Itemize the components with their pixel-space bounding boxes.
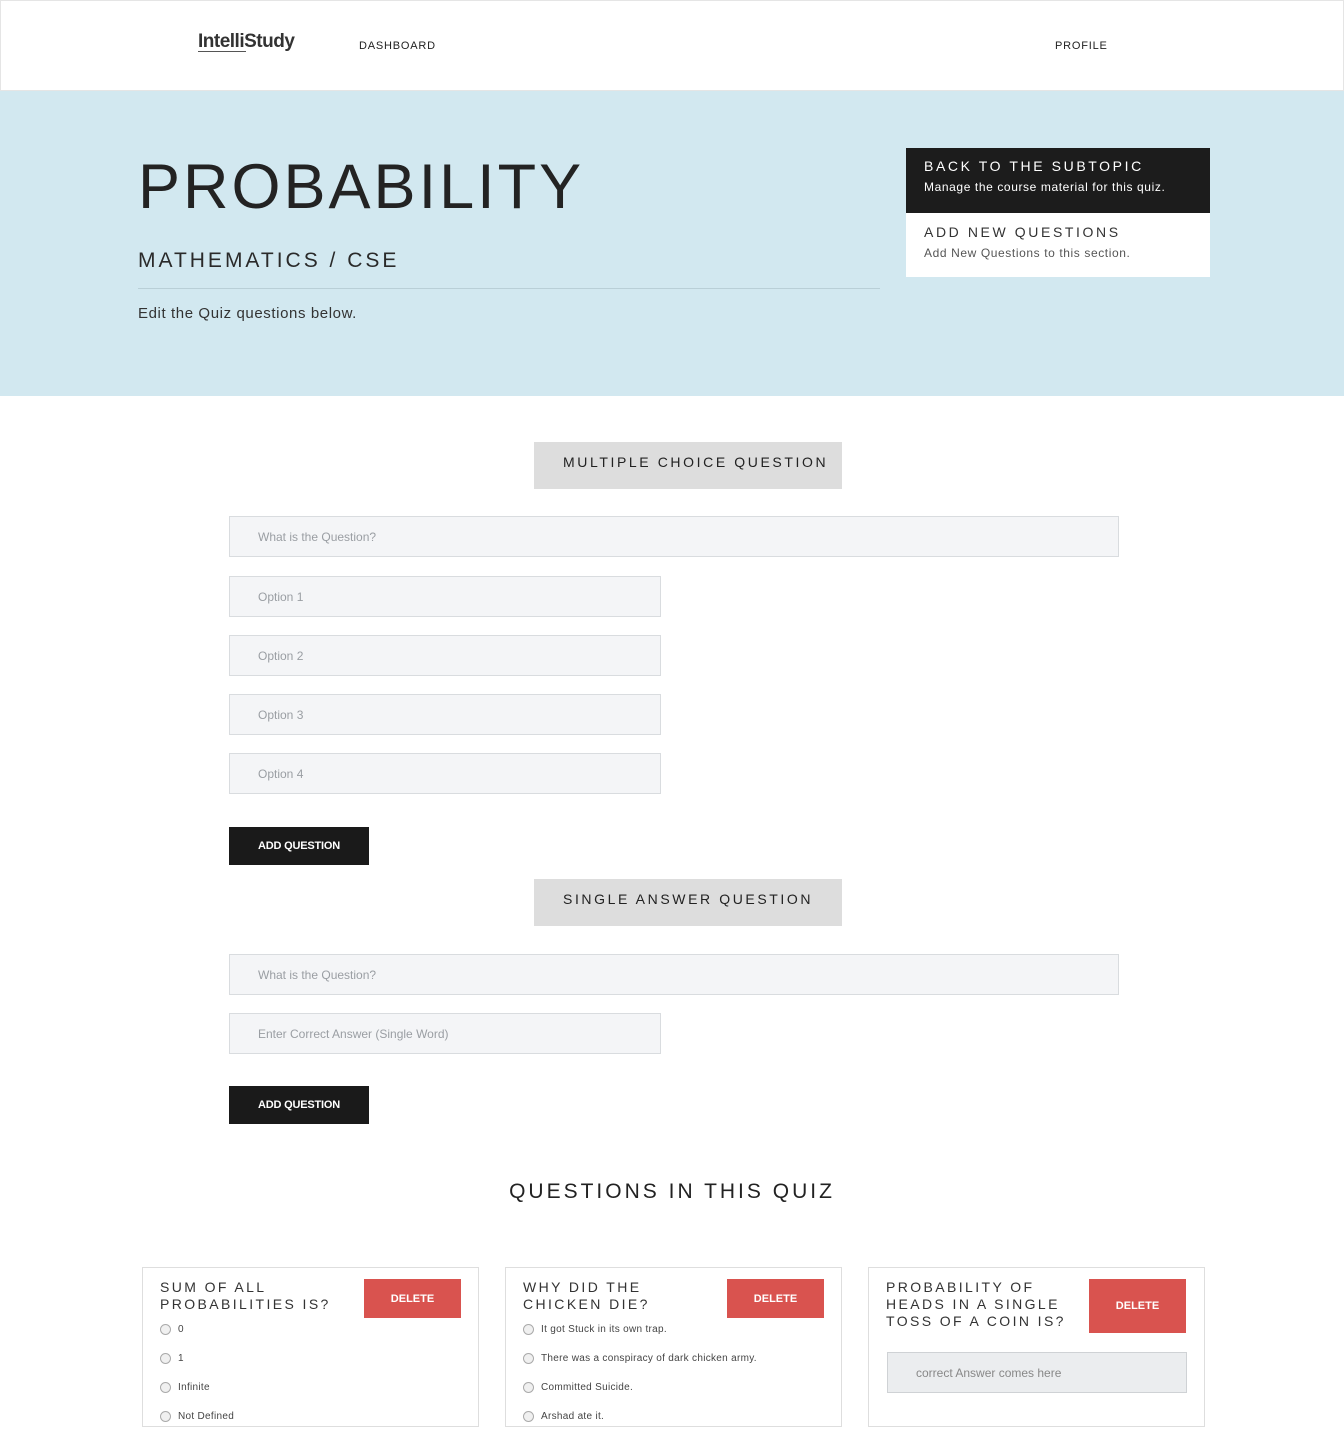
nav-profile-link[interactable]: PROFILE (1055, 40, 1108, 52)
option-label: 0 (178, 1324, 184, 1335)
option-item[interactable]: Arshad ate it. (523, 1411, 604, 1422)
question-card: Why did the chicken die? DELETE It got S… (505, 1267, 842, 1427)
option-item[interactable]: 1 (160, 1353, 184, 1364)
hero-banner: PROBABILITY MATHEMATICS / CSE Edit the Q… (0, 91, 1344, 396)
action-panel: BACK TO THE SUBTOPIC Manage the course m… (906, 148, 1210, 277)
delete-button[interactable]: DELETE (727, 1279, 824, 1318)
option-item[interactable]: It got Stuck in its own trap. (523, 1324, 667, 1335)
add-new-questions-button[interactable]: ADD NEW QUESTIONS Add New Questions to t… (906, 213, 1210, 277)
single-answer-input[interactable] (229, 1013, 661, 1054)
option-item[interactable]: Infinite (160, 1382, 210, 1393)
delete-button[interactable]: DELETE (364, 1279, 461, 1318)
single-add-question-button[interactable]: ADD QUESTION (229, 1086, 369, 1124)
option-item[interactable]: Committed Suicide. (523, 1382, 633, 1393)
breadcrumb: MATHEMATICS / CSE (138, 249, 400, 272)
radio-button[interactable] (160, 1353, 171, 1364)
divider (138, 288, 880, 289)
option-label: Committed Suicide. (541, 1382, 634, 1393)
action-title: ADD NEW QUESTIONS (924, 224, 1121, 240)
single-question-input[interactable] (229, 954, 1119, 995)
answer-field[interactable] (887, 1352, 1187, 1393)
single-answer-section-heading: SINGLE ANSWER QUESTION (534, 879, 842, 926)
nav-dashboard-link[interactable]: DASHBOARD (359, 40, 436, 52)
top-navbar: IntelliStudy DASHBOARD PROFILE (0, 0, 1344, 91)
option-label: Not Defined (178, 1411, 235, 1422)
question-card: Probability of heads in a single toss of… (868, 1267, 1205, 1427)
mcq-option-4-input[interactable] (229, 753, 661, 794)
action-title: BACK TO THE SUBTOPIC (924, 158, 1144, 174)
mcq-option-2-input[interactable] (229, 635, 661, 676)
mcq-option-3-input[interactable] (229, 694, 661, 735)
option-label: Arshad ate it. (541, 1411, 605, 1422)
question-text: Why did the chicken die? (523, 1279, 650, 1312)
option-label: Infinite (178, 1382, 210, 1393)
page-title: PROBABILITY (138, 152, 585, 222)
mcq-question-input[interactable] (229, 516, 1119, 557)
action-subtitle: Manage the course material for this quiz… (924, 180, 1166, 194)
radio-button[interactable] (523, 1324, 534, 1335)
radio-button[interactable] (160, 1411, 171, 1422)
option-item[interactable]: There was a conspiracy of dark chicken a… (523, 1353, 757, 1364)
delete-button[interactable]: DELETE (1089, 1279, 1186, 1333)
mcq-add-question-button[interactable]: ADD QUESTION (229, 827, 369, 865)
radio-button[interactable] (160, 1382, 171, 1393)
option-label: It got Stuck in its own trap. (541, 1324, 667, 1335)
option-label: 1 (178, 1353, 184, 1364)
radio-button[interactable] (523, 1353, 534, 1364)
question-text: Sum of all probabilities is? (160, 1279, 331, 1312)
action-subtitle: Add New Questions to this section. (924, 246, 1131, 260)
option-label: There was a conspiracy of dark chicken a… (541, 1353, 757, 1364)
mcq-section-heading: MULTIPLE CHOICE QUESTION (534, 442, 842, 489)
question-text: Probability of heads in a single toss of… (886, 1279, 1066, 1329)
page-description: Edit the Quiz questions below. (138, 305, 357, 322)
radio-button[interactable] (523, 1382, 534, 1393)
question-card: Sum of all probabilities is? DELETE 0 1 … (142, 1267, 479, 1427)
radio-button[interactable] (523, 1411, 534, 1422)
option-item[interactable]: Not Defined (160, 1411, 234, 1422)
radio-button[interactable] (160, 1324, 171, 1335)
brand-logo[interactable]: IntelliStudy (198, 31, 295, 53)
questions-list-heading: QUESTIONS IN THIS QUIZ (509, 1180, 835, 1203)
mcq-option-1-input[interactable] (229, 576, 661, 617)
option-item[interactable]: 0 (160, 1324, 184, 1335)
back-to-subtopic-button[interactable]: BACK TO THE SUBTOPIC Manage the course m… (906, 148, 1210, 213)
